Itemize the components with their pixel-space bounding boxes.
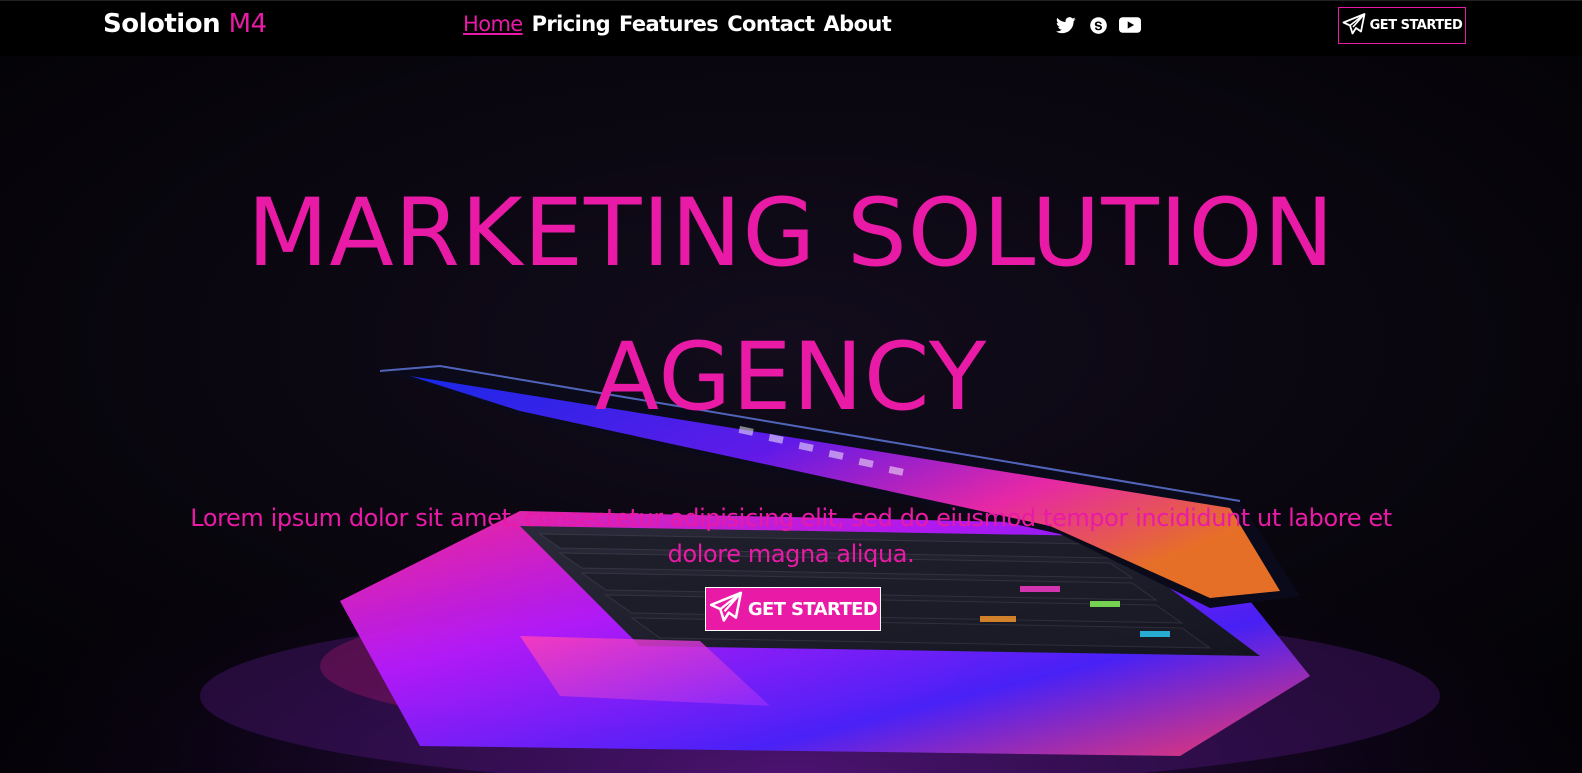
navbar: Solotion M4 Home Pricing Features Contac… (0, 0, 1582, 56)
youtube-icon[interactable] (1119, 14, 1141, 36)
hero-title: MARKETING SOLUTION AGENCY (0, 162, 1582, 450)
skype-icon[interactable] (1087, 14, 1109, 36)
nav-features-link[interactable]: Features (619, 12, 719, 36)
brand-name: Solotion (103, 9, 221, 39)
hero-subtitle: Lorem ipsum dolor sit amet, consectetur … (190, 504, 1392, 568)
hero-title-line-2: AGENCY (594, 323, 988, 432)
landing-page: Solotion M4 Home Pricing Features Contac… (0, 0, 1582, 773)
nav-home-link[interactable]: Home (463, 12, 523, 36)
twitter-icon[interactable] (1055, 14, 1077, 36)
header-get-started-button[interactable]: GET STARTED (1338, 7, 1466, 44)
main-nav: Home Pricing Features Contact About (463, 12, 892, 36)
brand-logo[interactable]: Solotion M4 (103, 9, 267, 39)
nav-contact-link[interactable]: Contact (727, 12, 815, 36)
paper-plane-icon (709, 591, 743, 628)
hero-title-line-1: MARKETING SOLUTION (247, 179, 1335, 288)
paper-plane-icon (1342, 12, 1366, 39)
social-links (1055, 14, 1141, 36)
nav-pricing-link[interactable]: Pricing (532, 12, 611, 36)
nav-about-link[interactable]: About (824, 12, 892, 36)
hero-get-started-label: GET STARTED (747, 598, 878, 620)
brand-accent: M4 (228, 9, 267, 39)
header-get-started-label: GET STARTED (1369, 18, 1463, 33)
hero-get-started-button[interactable]: GET STARTED (705, 587, 881, 631)
